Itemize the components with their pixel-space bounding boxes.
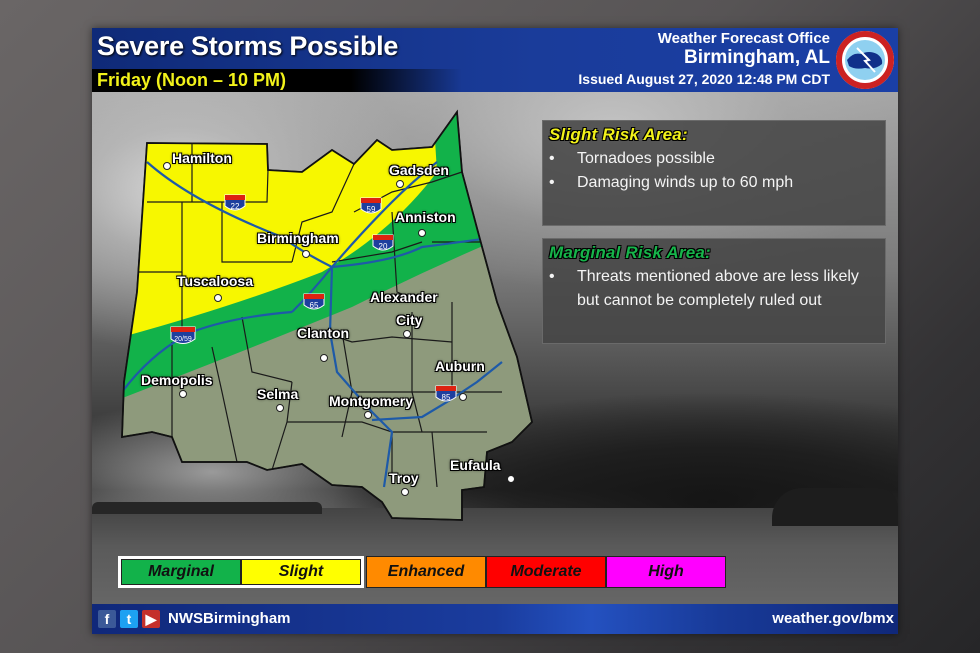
city-dot-anniston <box>418 229 426 237</box>
city-dot-troy <box>401 488 409 496</box>
city-label-montgomery: Montgomery <box>329 393 413 409</box>
bullet-item: Tornadoes possible <box>549 147 879 171</box>
marginal-risk-info-box: Marginal Risk Area: Threats mentioned ab… <box>542 238 886 344</box>
page-title: Severe Storms Possible <box>97 31 399 61</box>
interstate-shield-icon: 22 <box>224 194 246 211</box>
city-label-anniston: Anniston <box>395 209 456 225</box>
time-window: Friday (Noon – 10 PM) <box>97 70 287 90</box>
city-label-alexander: Alexander <box>370 289 438 305</box>
city-dot-birmingham <box>302 250 310 258</box>
city-label-demopolis: Demopolis <box>141 372 213 388</box>
city-dot-demopolis <box>179 390 187 398</box>
slight-risk-info-box: Slight Risk Area: Tornadoes possible Dam… <box>542 120 886 226</box>
city-label-city: City <box>396 312 423 328</box>
city-label-auburn: Auburn <box>435 358 485 374</box>
city-label-hamilton: Hamilton <box>172 150 232 166</box>
city-label-troy: Troy <box>389 470 419 486</box>
twitter-icon[interactable]: t <box>120 610 138 628</box>
marginal-risk-title: Marginal Risk Area: <box>549 243 711 262</box>
nws-logo-icon <box>836 31 894 89</box>
svg-text:59: 59 <box>367 205 376 214</box>
risk-legend: Marginal Slight Enhanced Moderate High <box>118 556 726 588</box>
treeline <box>772 488 898 526</box>
city-label-selma: Selma <box>257 386 299 402</box>
interstate-shield-icon: 59 <box>360 197 382 214</box>
city-label-birmingham: Birmingham <box>257 230 339 246</box>
website-link[interactable]: weather.gov/bmx <box>772 610 894 627</box>
marginal-risk-bullets: Threats mentioned above are less likely … <box>549 265 879 313</box>
slight-risk-bullets: Tornadoes possible Damaging winds up to … <box>549 147 879 195</box>
legend-enhanced: Enhanced <box>366 556 486 588</box>
svg-text:85: 85 <box>442 393 451 402</box>
city-dot-clanton <box>320 354 328 362</box>
legend-active-group: Marginal Slight <box>118 556 364 588</box>
city-label-tuscaloosa: Tuscaloosa <box>177 273 253 289</box>
social-handle: NWSBirmingham <box>168 610 291 627</box>
issued-timestamp: Issued August 27, 2020 12:48 PM CDT <box>578 71 830 87</box>
office-label: Weather Forecast Office <box>657 30 830 47</box>
legend-high: High <box>606 556 726 588</box>
interstate-shield-icon: 85 <box>435 385 457 402</box>
bullet-item: Threats mentioned above are less likely … <box>549 265 879 313</box>
interstate-shield-icon: 20/59 <box>170 326 196 344</box>
interstate-shield-icon: 20 <box>372 234 394 251</box>
forecast-slide: Severe Storms Possible Friday (Noon – 10… <box>92 28 898 634</box>
legend-moderate: Moderate <box>486 556 606 588</box>
office-location: Birmingham, AL <box>683 47 830 68</box>
city-label-gadsden: Gadsden <box>389 162 449 178</box>
city-dot-tuscaloosa <box>214 294 222 302</box>
youtube-icon[interactable]: ▶ <box>142 610 160 628</box>
interstate-shield-icon: 65 <box>303 293 325 310</box>
bullet-item: Damaging winds up to 60 mph <box>549 171 879 195</box>
svg-text:20/59: 20/59 <box>174 336 192 343</box>
header-bar: Severe Storms Possible Friday (Noon – 10… <box>92 28 898 92</box>
city-label-eufaula: Eufaula <box>450 457 501 473</box>
city-dot-montgomery <box>364 411 372 419</box>
svg-text:65: 65 <box>310 301 319 310</box>
legend-slight: Slight <box>241 559 361 585</box>
footer-bar: f t ▶ NWSBirmingham weather.gov/bmx <box>92 604 898 634</box>
slight-risk-title: Slight Risk Area: <box>549 125 688 144</box>
city-dot-gadsden <box>396 180 404 188</box>
legend-marginal: Marginal <box>121 559 241 585</box>
svg-text:22: 22 <box>231 202 240 211</box>
city-dot-eufaula <box>507 475 515 483</box>
facebook-icon[interactable]: f <box>98 610 116 628</box>
city-label-clanton: Clanton <box>297 325 350 341</box>
svg-text:20: 20 <box>379 242 388 251</box>
city-dot-hamilton <box>163 162 171 170</box>
legend-inactive-group: Enhanced Moderate High <box>366 556 726 588</box>
city-dot-alexander-city <box>403 330 411 338</box>
city-dot-selma <box>276 404 284 412</box>
city-dot-auburn <box>459 393 467 401</box>
